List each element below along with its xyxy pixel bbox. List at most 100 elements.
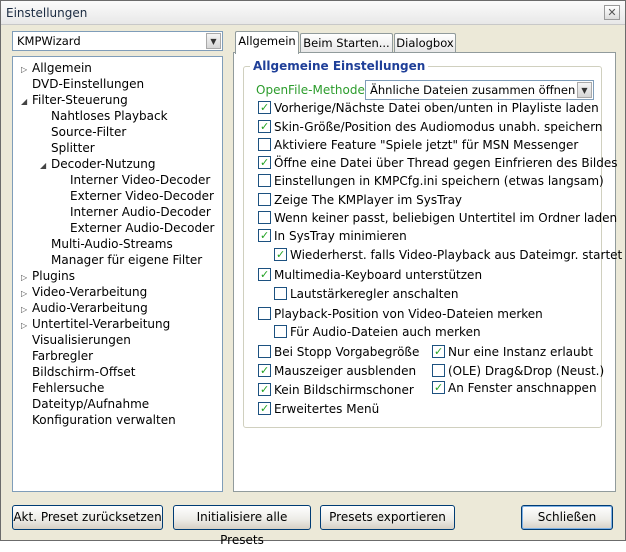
tree-item-label: Audio-Verarbeitung xyxy=(32,301,148,315)
checkbox-checked[interactable] xyxy=(258,382,271,397)
tree-item[interactable]: Source-Filter xyxy=(40,124,126,140)
tree-item-label: Visualisierungen xyxy=(32,333,131,347)
option-label: Erweitertes Menü xyxy=(274,402,380,416)
tree-item-label: Splitter xyxy=(51,141,95,155)
openfile-label: OpenFile-Methode: xyxy=(256,83,369,97)
checkbox-unchecked[interactable] xyxy=(432,364,445,377)
expander-icon[interactable]: ◢ xyxy=(21,94,32,110)
tree-item-label: DVD-Einstellungen xyxy=(32,77,145,91)
checkbox-unchecked[interactable] xyxy=(258,345,271,358)
option-label: Vorherige/Nächste Datei oben/unten in Pl… xyxy=(274,101,599,115)
tree-item[interactable]: ◢ Decoder-Nutzung xyxy=(40,156,155,172)
tree-item[interactable]: Bildschirm-Offset xyxy=(21,364,135,380)
tree-item-label: Externer Video-Decoder xyxy=(70,189,214,203)
option-checkbox[interactable]: Vorherige/Nächste Datei oben/unten in Pl… xyxy=(258,100,599,117)
chevron-down-icon[interactable]: ▼ xyxy=(206,33,221,49)
checkbox-checked[interactable] xyxy=(258,119,271,134)
tree-item[interactable]: Visualisierungen xyxy=(21,332,131,348)
tree-item[interactable]: Dateityp/Aufnahme xyxy=(21,396,149,412)
tab-allgemein[interactable]: Allgemein xyxy=(235,31,299,54)
openfile-method-select[interactable]: Ähnliche Dateien zusammen öffnen (V ▼ xyxy=(365,80,594,100)
option-label: Bei Stopp Vorgabegröße xyxy=(274,345,420,359)
checkbox-checked[interactable] xyxy=(274,247,287,262)
checkbox-unchecked[interactable] xyxy=(258,307,271,320)
option-label: Für Audio-Dateien auch merken xyxy=(290,325,481,339)
option-checkbox[interactable]: An Fenster anschnappen xyxy=(432,380,597,397)
checkbox-checked[interactable] xyxy=(432,344,445,359)
close-button[interactable]: Schließen xyxy=(521,505,613,530)
option-label: An Fenster anschnappen xyxy=(448,381,597,395)
option-checkbox[interactable]: Nur eine Instanz erlaubt xyxy=(432,344,593,361)
option-checkbox[interactable]: Mauszeiger ausblenden xyxy=(258,363,417,380)
tree-item[interactable]: ▷ Audio-Verarbeitung xyxy=(21,300,148,316)
checkbox-unchecked[interactable] xyxy=(258,193,271,206)
option-checkbox[interactable]: (OLE) Drag&Drop (Neust.) xyxy=(432,364,604,380)
option-checkbox[interactable]: Skin-Größe/Position des Audiomodus unabh… xyxy=(258,119,603,136)
checkbox-checked[interactable] xyxy=(258,363,271,378)
tree-item[interactable]: ▷ Allgemein xyxy=(21,60,92,76)
group-title: Allgemeine Einstellungen xyxy=(250,59,429,73)
tree-item[interactable]: ▷ Video-Verarbeitung xyxy=(21,284,147,300)
option-checkbox[interactable]: Wenn keiner passt, beliebigen Untertitel… xyxy=(258,211,617,227)
checkbox-checked[interactable] xyxy=(258,100,271,115)
tree-item[interactable]: Interner Video-Decoder xyxy=(59,172,210,188)
tree-item-label: Farbregler xyxy=(32,349,94,363)
preset-select[interactable]: KMPWizard ▼ xyxy=(12,31,223,51)
option-label: Wiederherst. falls Video-Playback aus Da… xyxy=(290,248,623,262)
option-checkbox[interactable]: Öffne eine Datei über Thread gegen Einfr… xyxy=(258,155,618,172)
option-checkbox[interactable]: Für Audio-Dateien auch merken xyxy=(274,325,481,341)
tree-item[interactable]: Externer Audio-Decoder xyxy=(59,220,214,236)
option-checkbox[interactable]: Bei Stopp Vorgabegröße xyxy=(258,345,419,361)
tab-dialogbox[interactable]: Dialogbox xyxy=(394,33,456,53)
tree-item[interactable]: Splitter xyxy=(40,140,95,156)
tree-item[interactable]: Interner Audio-Decoder xyxy=(59,204,211,220)
option-label: Zeige The KMPlayer im SysTray xyxy=(274,193,463,207)
option-checkbox[interactable]: Multimedia-Keyboard unterstützen xyxy=(258,267,482,284)
init-presets-button[interactable]: Initialisiere alle Presets xyxy=(173,505,311,547)
checkbox-checked[interactable] xyxy=(258,401,271,416)
tree-item[interactable]: Farbregler xyxy=(21,348,93,364)
option-checkbox[interactable]: Aktiviere Feature "Spiele jetzt" für MSN… xyxy=(258,138,578,154)
tab-beim-starten[interactable]: Beim Starten... xyxy=(300,33,393,53)
checkbox-checked[interactable] xyxy=(258,267,271,282)
tree-item[interactable]: Konfiguration verwalten xyxy=(21,412,176,428)
tree-item-label: Video-Verarbeitung xyxy=(32,285,148,299)
option-checkbox[interactable]: Lautstärkeregler anschalten xyxy=(274,287,458,303)
checkbox-unchecked[interactable] xyxy=(258,174,271,187)
option-checkbox[interactable]: Playback-Position von Video-Dateien merk… xyxy=(258,307,543,323)
reset-preset-button[interactable]: Akt. Preset zurücksetzen xyxy=(12,505,163,530)
tree-item[interactable]: Multi-Audio-Streams xyxy=(40,236,173,252)
option-label: In SysTray minimieren xyxy=(274,229,407,243)
checkbox-unchecked[interactable] xyxy=(274,325,287,338)
tree-item[interactable]: ▷ Plugins xyxy=(21,268,75,284)
tree-item[interactable]: Manager für eigene Filter xyxy=(40,252,202,268)
option-label: Aktiviere Feature "Spiele jetzt" für MSN… xyxy=(274,138,579,152)
checkbox-checked[interactable] xyxy=(258,155,271,170)
option-checkbox[interactable]: In SysTray minimieren xyxy=(258,228,407,245)
checkbox-checked[interactable] xyxy=(432,380,445,395)
checkbox-checked[interactable] xyxy=(258,228,271,243)
tree-item[interactable]: Fehlersuche xyxy=(21,380,104,396)
checkbox-unchecked[interactable] xyxy=(274,287,287,300)
option-checkbox[interactable]: Erweitertes Menü xyxy=(258,401,380,418)
chevron-down-icon[interactable]: ▼ xyxy=(577,82,592,98)
checkbox-unchecked[interactable] xyxy=(258,211,271,224)
option-label: Einstellungen in KMPCfg.ini speichern (e… xyxy=(274,174,604,188)
option-checkbox[interactable]: Kein Bildschirmschoner xyxy=(258,382,414,399)
option-label: Mauszeiger ausblenden xyxy=(274,364,417,378)
settings-tree[interactable]: ▷ Allgemein DVD-Einstellungen ◢ Filter-Steue… xyxy=(12,56,223,492)
option-checkbox[interactable]: Einstellungen in KMPCfg.ini speichern (e… xyxy=(258,174,604,190)
close-icon[interactable]: ✕ xyxy=(604,5,620,20)
option-checkbox[interactable]: Zeige The KMPlayer im SysTray xyxy=(258,193,462,209)
checkbox-unchecked[interactable] xyxy=(258,138,271,151)
tree-item[interactable]: Nahtloses Playback xyxy=(40,108,168,124)
tree-item[interactable]: Externer Video-Decoder xyxy=(59,188,214,204)
expander-icon[interactable]: ◢ xyxy=(40,158,51,174)
tree-item[interactable]: ◢ Filter-Steuerung xyxy=(21,92,128,108)
tree-item[interactable]: DVD-Einstellungen xyxy=(21,76,144,92)
option-checkbox[interactable]: Wiederherst. falls Video-Playback aus Da… xyxy=(274,247,623,264)
tree-item-label: Manager für eigene Filter xyxy=(51,253,203,267)
tree-item[interactable]: ▷ Untertitel-Verarbeitung xyxy=(21,316,170,332)
export-presets-button[interactable]: Presets exportieren xyxy=(320,505,455,530)
title-bar: Einstellungen ✕ xyxy=(1,1,625,25)
